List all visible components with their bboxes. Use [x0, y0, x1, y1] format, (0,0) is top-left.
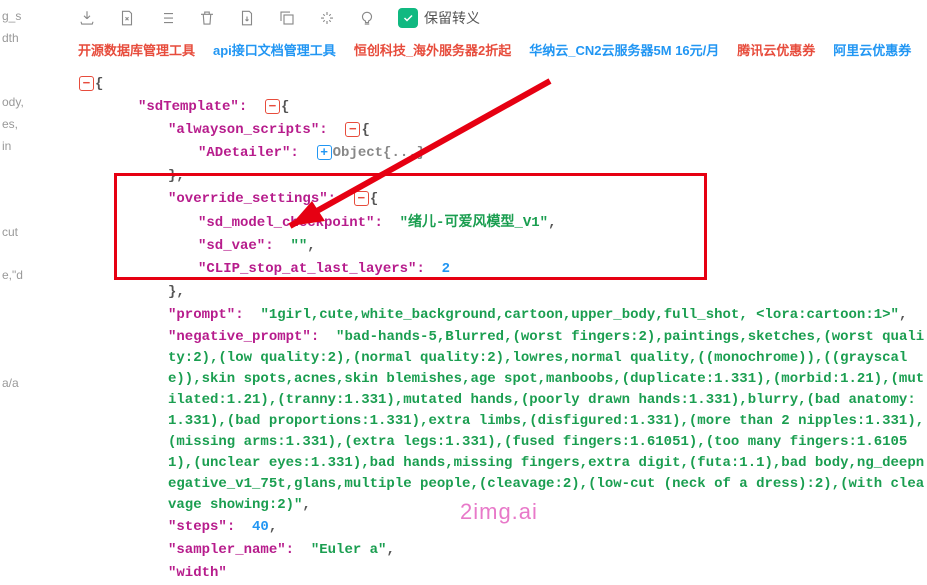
preserve-escape-checkbox[interactable]: 保留转义 [398, 8, 480, 28]
file-down-icon[interactable] [238, 9, 256, 27]
json-stub[interactable]: Object{...} [333, 145, 425, 161]
bulb-icon[interactable] [358, 9, 376, 27]
json-key: "override_settings" [168, 191, 328, 207]
checkbox-checked-icon [398, 8, 418, 28]
json-key: "sd_vae" [198, 238, 265, 254]
main-panel: 保留转义 开源数据库管理工具 api接口文档管理工具 恒创科技_海外服务器2折起… [40, 0, 927, 531]
json-value: "" [290, 238, 307, 254]
collapse-icon[interactable]: − [354, 191, 369, 206]
collapse-icon[interactable]: − [79, 76, 94, 91]
promo-link[interactable]: 腾讯云优惠券 [737, 40, 815, 59]
json-key: "width" [168, 565, 227, 581]
json-key: "negative_prompt" [168, 329, 311, 345]
promo-link[interactable]: api接口文档管理工具 [213, 40, 336, 59]
json-value: "Euler a" [311, 542, 387, 558]
download-icon[interactable] [78, 9, 96, 27]
json-key: "steps" [168, 519, 227, 535]
left-cropped-text: g_s dth ody, es, in cut e,"d a/a [0, 0, 40, 531]
toolbar: 保留转义 [70, 8, 927, 28]
json-key: "ADetailer" [198, 145, 290, 161]
promo-link[interactable]: 开源数据库管理工具 [78, 40, 195, 59]
sparkle-icon[interactable] [318, 9, 336, 27]
json-value: 2 [442, 261, 450, 277]
checkbox-label: 保留转义 [424, 8, 480, 28]
json-key: "CLIP_stop_at_last_layers" [198, 261, 416, 277]
watermark: 2img.ai [460, 499, 538, 525]
promo-link[interactable]: 华纳云_CN2云服务器5M 16元/月 [529, 40, 719, 59]
promo-link[interactable]: 恒创科技_海外服务器2折起 [354, 40, 511, 59]
json-value: "bad-hands-5,Blurred,(worst fingers:2),p… [168, 329, 924, 513]
trash-icon[interactable] [198, 9, 216, 27]
list-icon[interactable] [158, 9, 176, 27]
promo-link[interactable]: 阿里云优惠券 [833, 40, 911, 59]
file-x-icon[interactable] [118, 9, 136, 27]
json-key: "sd_model_checkpoint" [198, 215, 374, 231]
json-key: "sdTemplate" [138, 99, 239, 115]
promo-links: 开源数据库管理工具 api接口文档管理工具 恒创科技_海外服务器2折起 华纳云_… [70, 40, 927, 59]
collapse-icon[interactable]: − [345, 122, 360, 137]
json-value: 40 [252, 519, 269, 535]
json-key: "alwayson_scripts" [168, 122, 319, 138]
copy-icon[interactable] [278, 9, 296, 27]
json-key: "sampler_name" [168, 542, 286, 558]
json-key: "prompt" [168, 307, 235, 323]
collapse-icon[interactable]: − [265, 99, 280, 114]
json-value: "1girl,cute,white_background,cartoon,upp… [260, 307, 899, 323]
json-value: "绪儿-可爱风模型_V1" [400, 215, 548, 231]
expand-icon[interactable]: + [317, 145, 332, 160]
